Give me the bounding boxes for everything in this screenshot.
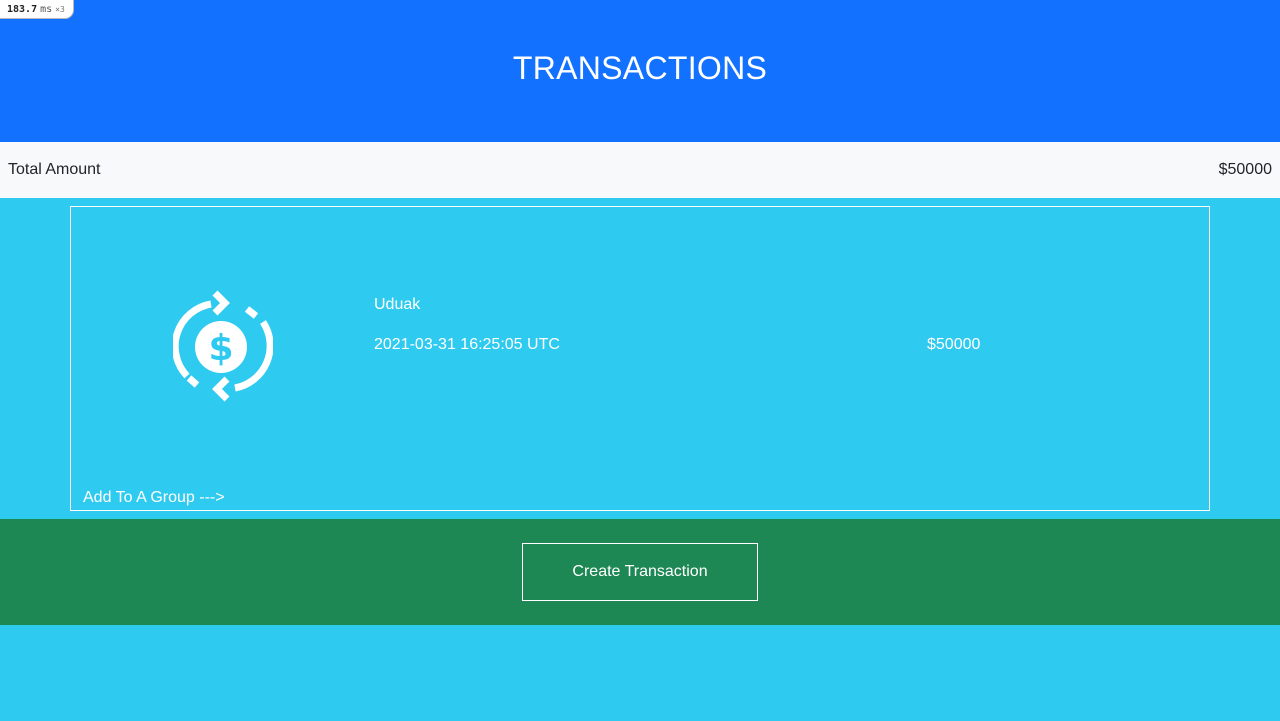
add-to-group-link[interactable]: Add To A Group ---> [83,489,225,507]
perf-value: 183.7 [7,4,38,15]
dollar-refresh-icon: $ [171,289,274,403]
total-amount-value: $50000 [1218,161,1272,178]
total-amount-label: Total Amount [8,161,101,178]
total-amount-bar: Total Amount $50000 [0,142,1280,198]
perf-unit: ms [40,4,53,15]
performance-badge: 183.7 ms ×3 [0,0,74,19]
create-transaction-button[interactable]: Create Transaction [522,543,758,601]
transaction-amount: $50000 [927,336,981,353]
transaction-date: 2021-03-31 16:25:05 UTC [374,336,560,353]
transaction-name: Uduak [374,296,421,313]
page-title: TRANSACTIONS [512,50,768,86]
transaction-card: $ Uduak 2021-03-31 16:25:05 UTC $50000 A… [70,206,1210,511]
perf-multiplier: ×3 [55,5,65,14]
svg-text:$: $ [208,328,233,369]
footer-bar: Create Transaction [0,519,1280,625]
page-header: TRANSACTIONS [0,0,1280,142]
